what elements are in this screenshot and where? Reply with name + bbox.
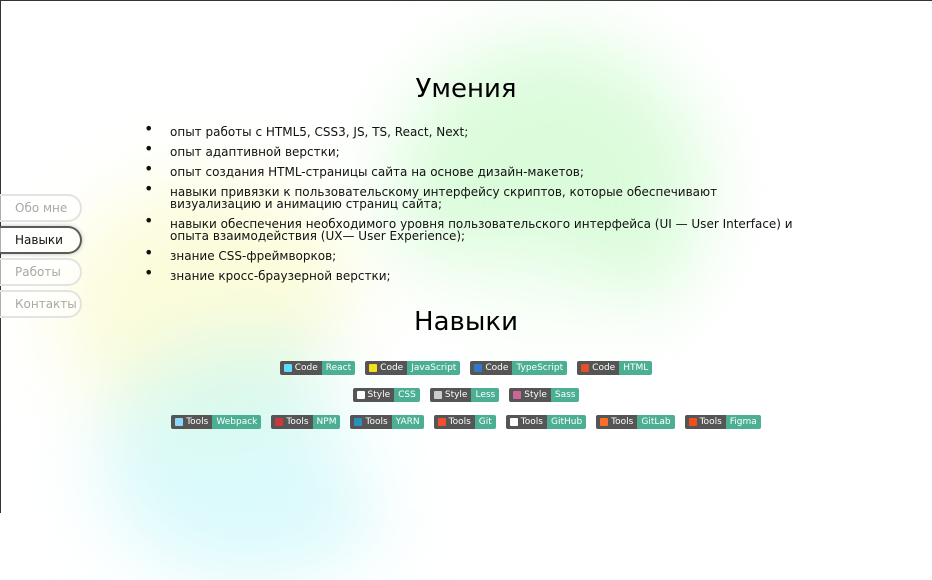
npm-icon (275, 418, 284, 426)
skills-list: опыт работы с HTML5, CSS3, JS, TS, React… (144, 123, 798, 290)
yarn-icon (354, 418, 363, 426)
typescript-icon (474, 364, 483, 372)
badge-label: Code (592, 363, 616, 373)
badge-value: Git (474, 415, 496, 429)
badge-value: Sass (550, 388, 580, 402)
badge-label: Code (294, 363, 318, 373)
badge-github: Tools GitHub (505, 415, 587, 429)
gitlab-icon (600, 418, 609, 426)
badge-label: Tools (699, 417, 722, 427)
list-item: знание кросс-браузерной верстки; (144, 267, 798, 282)
badge-value: TypeScript (512, 361, 568, 375)
figma-icon (688, 418, 697, 426)
side-nav: Обо мне Навыки Работы Контакты (0, 194, 90, 322)
badge-label: Style (367, 390, 391, 400)
badge-value: Figma (725, 415, 761, 429)
css-icon (356, 391, 365, 399)
badge-value: Less (471, 388, 500, 402)
badge-value: Webpack (212, 415, 262, 429)
badge-yarn: Tools YARN (350, 415, 424, 429)
badges-heading: Навыки (414, 307, 518, 337)
badge-label: Code (380, 363, 404, 373)
badge-javascript: Code JavaScript (365, 361, 461, 375)
github-icon (509, 418, 518, 426)
badge-label: Tools (365, 417, 388, 427)
nav-item-skills[interactable]: Навыки (0, 226, 82, 254)
badge-git: Tools Git (433, 415, 496, 429)
html-icon (581, 364, 590, 372)
badge-value: HTML (619, 361, 653, 375)
badge-label: Tools (186, 417, 209, 427)
list-item: навыки привязки к пользовательскому инте… (144, 183, 798, 210)
list-item: опыт адаптивной верстки; (144, 143, 798, 158)
badge-value: React (321, 361, 356, 375)
badge-label: Tools (448, 417, 471, 427)
badge-typescript: Code TypeScript (470, 361, 568, 375)
badge-npm: Tools NPM (271, 415, 341, 429)
badge-less: Style Less (429, 388, 500, 402)
badge-label: Code (485, 363, 509, 373)
badge-row-tools: Tools Webpack Tools NPM Tools YARN Tools Git… (0, 415, 932, 429)
nav-item-works[interactable]: Работы (0, 258, 82, 286)
badge-label: Style (524, 390, 547, 400)
badge-value: GitLab (637, 415, 675, 429)
badge-react: Code React (279, 361, 356, 375)
badge-css: Style CSS (352, 388, 420, 402)
badge-figma: Tools Figma (684, 415, 761, 429)
badge-label: Tools (520, 417, 543, 427)
list-item: навыки обеспечения необходимого уровня п… (144, 215, 798, 242)
badge-webpack: Tools Webpack (171, 415, 262, 429)
badge-label: Tools (286, 417, 309, 427)
badge-gitlab: Tools GitLab (596, 415, 675, 429)
list-item: опыт работы с HTML5, CSS3, JS, TS, React… (144, 123, 798, 138)
badge-sass: Style Sass (509, 388, 580, 402)
webpack-icon (175, 418, 184, 426)
sass-icon (513, 391, 522, 399)
skills-heading: Умения (415, 74, 517, 104)
list-item: опыт создания HTML-страницы сайта на осн… (144, 163, 798, 178)
badge-value: JavaScript (407, 361, 461, 375)
javascript-icon (369, 364, 378, 372)
badge-value: YARN (391, 415, 424, 429)
less-icon (433, 391, 442, 399)
badge-label: Tools (611, 417, 634, 427)
badge-value: GitHub (546, 415, 587, 429)
list-item: знание CSS-фреймворков; (144, 247, 798, 262)
badge-value: NPM (312, 415, 341, 429)
react-icon (283, 364, 292, 372)
badge-row-style: Style CSS Style Less Style Sass (0, 388, 932, 402)
git-icon (437, 418, 446, 426)
badge-row-code: Code React Code JavaScript Code TypeScript … (0, 361, 932, 375)
nav-item-about[interactable]: Обо мне (0, 194, 82, 222)
badge-label: Style (444, 390, 468, 400)
badge-html: Code HTML (577, 361, 653, 375)
badge-value: CSS (394, 388, 420, 402)
